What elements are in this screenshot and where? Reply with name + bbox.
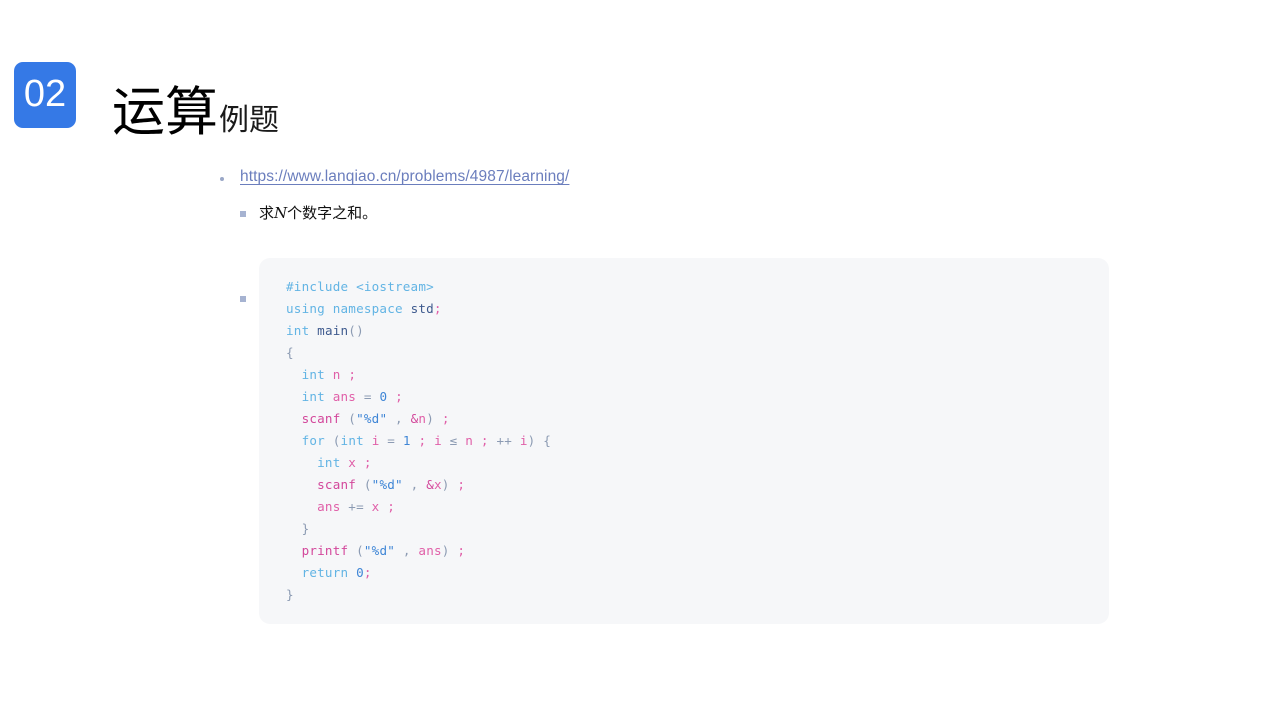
code-token-open-paren: (	[348, 410, 357, 426]
page-title: 运算 例题	[112, 86, 279, 139]
code-token-semicolon: ;	[457, 542, 466, 558]
bullet-square-icon-code	[240, 295, 246, 302]
code-token-var-ans: ans	[332, 388, 357, 404]
code-token-int: int	[286, 322, 310, 338]
code-token-var-x: x	[371, 498, 380, 514]
bullet-square-icon	[240, 210, 246, 217]
code-token-increment: ++	[496, 432, 513, 448]
code-token-header: <iostream>	[356, 278, 434, 294]
code-token-open-brace: {	[543, 432, 551, 448]
code-token-string: "%d"	[371, 476, 403, 492]
description-text: 求N个数字之和。	[259, 204, 377, 222]
code-token-close-paren: )	[441, 542, 450, 558]
code-token-scanf: scanf	[301, 410, 341, 426]
code-token-int: int	[317, 454, 341, 470]
code-token-ampersand: &	[426, 476, 434, 492]
code-token-semicolon: ;	[387, 498, 396, 514]
code-token-semicolon: ;	[348, 366, 357, 382]
code-token-int: int	[301, 388, 325, 404]
code-token-using: using	[286, 300, 325, 316]
code-token-open-paren: (	[356, 542, 364, 558]
code-token-comma: ,	[410, 476, 419, 492]
code-token-string: "%d"	[356, 410, 388, 426]
code-token-number: 0	[356, 564, 364, 580]
code-token-semicolon: ;	[441, 410, 450, 426]
description-suffix: 个数字之和。	[287, 203, 378, 222]
page-title-sub: 例题	[219, 103, 279, 138]
description-variable: N	[274, 203, 288, 222]
code-block-row: #include <iostream> using namespace std;…	[240, 257, 1280, 624]
code-token-var-n: n	[465, 432, 474, 448]
code-token-semicolon: ;	[363, 564, 372, 580]
code-token-include: #include	[286, 278, 349, 294]
code-token-var-n: n	[332, 366, 341, 382]
code-token-std: std	[410, 300, 434, 316]
code-token-number: 1	[402, 432, 411, 448]
code-token-printf: printf	[301, 542, 349, 558]
code-token-var-i: i	[519, 432, 528, 448]
code-block-card: #include <iostream> using namespace std;…	[259, 257, 1109, 624]
code-token-semicolon: ;	[395, 388, 403, 404]
code-token-var-i: i	[434, 432, 442, 448]
code-token-main: main	[317, 322, 349, 338]
code-token-open-paren: (	[332, 432, 341, 448]
code-token-close-paren: )	[527, 432, 536, 448]
code-token-namespace: namespace	[332, 300, 403, 316]
bullet-item-description: 求N个数字之和。	[240, 204, 1280, 222]
slide-content: https://www.lanqiao.cn/problems/4987/lea…	[0, 168, 1280, 624]
code-token-var-ans: ans	[418, 542, 442, 558]
code-token-close-brace: }	[301, 520, 310, 536]
page-title-main: 运算	[112, 82, 218, 143]
code-token-assign: =	[363, 388, 372, 404]
code-token-semicolon: ;	[363, 454, 372, 470]
code-token-semicolon: ;	[480, 432, 489, 448]
code-token-number: 0	[379, 388, 388, 404]
code-token-scanf: scanf	[317, 476, 357, 492]
code-token-int: int	[301, 366, 325, 382]
bullet-item-link: https://www.lanqiao.cn/problems/4987/lea…	[220, 168, 1280, 187]
code-token-open-paren: (	[363, 476, 372, 492]
section-number-badge: 02	[14, 62, 76, 128]
code-token-comma: ,	[402, 542, 411, 558]
slide-header: 02 运算 例题	[14, 62, 279, 139]
code-token-return: return	[301, 564, 349, 580]
code-snippet[interactable]: #include <iostream> using namespace std;…	[259, 276, 1109, 606]
code-token-var-x: x	[433, 476, 442, 492]
code-token-var-x: x	[348, 454, 357, 470]
code-token-semicolon: ;	[418, 432, 427, 448]
code-token-open-brace: {	[286, 344, 294, 360]
description-prefix: 求	[259, 203, 275, 222]
code-token-close-paren: )	[441, 476, 450, 492]
code-token-var-ans: ans	[317, 498, 341, 514]
code-token-string: "%d"	[363, 542, 396, 558]
code-token-parens: ()	[348, 322, 364, 338]
code-token-int: int	[340, 432, 364, 448]
code-token-var-i: i	[371, 432, 380, 448]
code-token-plus-equal: +=	[348, 498, 364, 514]
bullet-dot-icon	[220, 177, 224, 181]
section-number-label: 02	[23, 73, 67, 115]
problem-link[interactable]: https://www.lanqiao.cn/problems/4987/lea…	[240, 168, 569, 187]
code-token-less-equal: ≤	[449, 432, 458, 448]
code-token-comma: ,	[395, 410, 403, 426]
code-token-for: for	[301, 432, 325, 448]
code-token-assign: =	[387, 432, 396, 448]
code-token-close-paren: )	[426, 410, 435, 426]
code-token-semicolon: ;	[433, 300, 442, 316]
code-token-close-brace: }	[286, 586, 294, 602]
code-token-semicolon: ;	[457, 476, 466, 492]
